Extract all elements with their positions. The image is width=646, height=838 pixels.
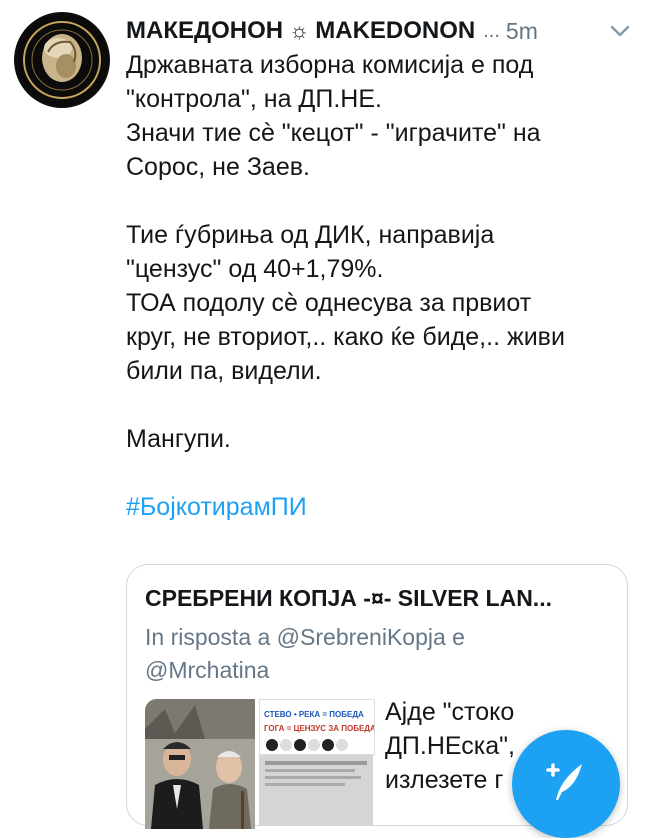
tweet-line-empty: [126, 388, 626, 422]
banner-caption: СТЕВО • РЕКА = ПОБЕДА: [264, 710, 364, 719]
tweet-line: "цензус" од 40+1,79%.: [126, 255, 384, 283]
ellipsis: ...: [483, 19, 500, 42]
tweet-header: МАКЕДОНОН ☼ MAKEDONON ... 5m: [126, 14, 631, 48]
display-name[interactable]: МАКЕДОНОН: [126, 17, 283, 45]
avatar[interactable]: [14, 12, 110, 108]
quoted-photo-banner[interactable]: СТЕВО • РЕКА = ПОБЕДА ГОГА = ЦЕНЗУС ЗА П…: [259, 699, 375, 755]
timestamp[interactable]: 5m: [506, 18, 538, 45]
tweet-line: били па, видели.: [126, 357, 322, 385]
reply-context-line: In risposta a @SrebreniKopja e: [145, 624, 465, 650]
tweet-line: ТОА подолу сѐ однесува за првиот: [126, 289, 532, 317]
tweet-body: Државната изборна комисија е под "контро…: [126, 48, 626, 524]
quoted-reply-context: In risposta a @SrebreniKopja e @Mrchatin…: [145, 621, 565, 687]
tweet-line: Значи тие сѐ "кецот" - "играчите" на: [126, 119, 541, 147]
avatar-emblem-icon: [16, 14, 108, 106]
tweet-line-empty: [126, 456, 626, 490]
tweet-line: "контрола", на ДП.НЕ.: [126, 85, 382, 113]
chevron-down-icon[interactable]: [609, 20, 631, 42]
quoted-photo-document[interactable]: [259, 755, 373, 825]
tweet-line: Сорос, не Заев.: [126, 153, 310, 181]
tweet-line: Мангупи.: [126, 425, 231, 453]
banner-caption: ГОГА = ЦЕНЗУС ЗА ПОБЕДА: [264, 724, 375, 733]
tweet-line: Тие ѓубриња од ДИК, направија: [126, 221, 495, 249]
user-handle[interactable]: MAKEDONON: [315, 17, 475, 45]
quoted-author-name: СРЕБРЕНИ КОПЈА -¤- SILVER LAN...: [145, 585, 552, 611]
compose-tweet-button[interactable]: [512, 730, 620, 838]
quoted-photo[interactable]: [145, 699, 255, 829]
compose-feather-icon: [546, 763, 582, 800]
reply-context-line: @Mrchatina: [145, 657, 270, 683]
tweet-line-empty: [126, 184, 626, 218]
sun-symbol-icon: ☼: [289, 18, 310, 43]
tweet-line: круг, не вториот,.. како ќе биде,.. живи: [126, 323, 565, 351]
tweet-line: Државната изборна комисија е под: [126, 51, 534, 79]
hashtag-link[interactable]: #БојкотирамПИ: [126, 490, 626, 524]
quoted-text-line: Ајде "стоко: [385, 698, 515, 726]
